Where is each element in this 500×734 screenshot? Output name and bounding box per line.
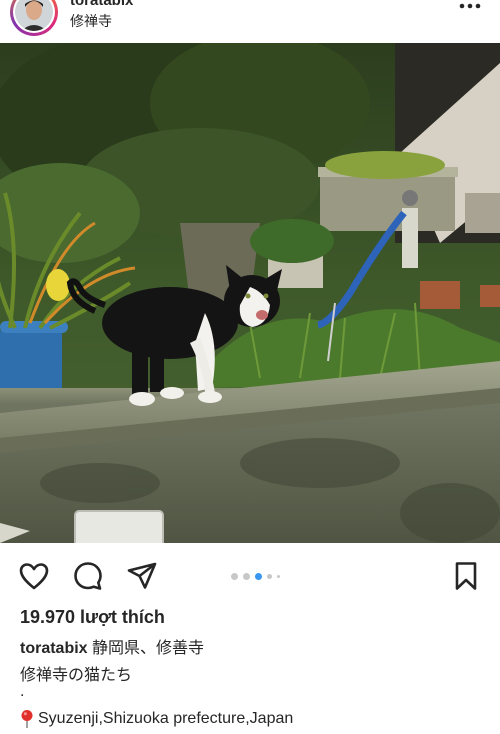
caption-location-text: Syuzenji,Shizuoka prefecture,Japan xyxy=(38,710,294,727)
header-username[interactable]: toratabix xyxy=(70,0,133,9)
carousel-dot xyxy=(267,573,272,579)
likes-count[interactable]: 19.970 lượt thích xyxy=(20,607,165,628)
bookmark-icon[interactable] xyxy=(450,560,482,592)
comment-icon[interactable] xyxy=(72,560,104,592)
caption-username[interactable]: toratabix xyxy=(20,640,88,657)
round-pushpin-icon xyxy=(20,709,34,729)
more-horizontal-icon[interactable] xyxy=(458,0,482,14)
carousel-dot-active xyxy=(255,572,262,580)
post-header: toratabix 修禅寺 xyxy=(0,0,500,43)
caption-line-2: 修禅寺の猫たち xyxy=(20,667,133,684)
caption-text: 静岡県、修善寺 xyxy=(92,640,205,657)
heart-icon[interactable] xyxy=(18,560,50,592)
carousel-dot xyxy=(277,574,280,578)
carousel-indicator xyxy=(231,571,280,581)
caption-dot-line: . xyxy=(20,683,25,700)
caption-first-line: toratabix 静岡県、修善寺 xyxy=(20,638,204,660)
action-bar xyxy=(0,556,500,596)
carousel-dot xyxy=(243,572,250,580)
avatar[interactable] xyxy=(13,0,55,33)
send-icon[interactable] xyxy=(126,560,158,592)
carousel-dot xyxy=(231,572,238,580)
story-ring[interactable] xyxy=(10,0,58,36)
post-photo[interactable] xyxy=(0,43,500,543)
header-location[interactable]: 修禅寺 xyxy=(70,11,112,31)
caption-location: Syuzenji,Shizuoka prefecture,Japan xyxy=(20,709,293,729)
